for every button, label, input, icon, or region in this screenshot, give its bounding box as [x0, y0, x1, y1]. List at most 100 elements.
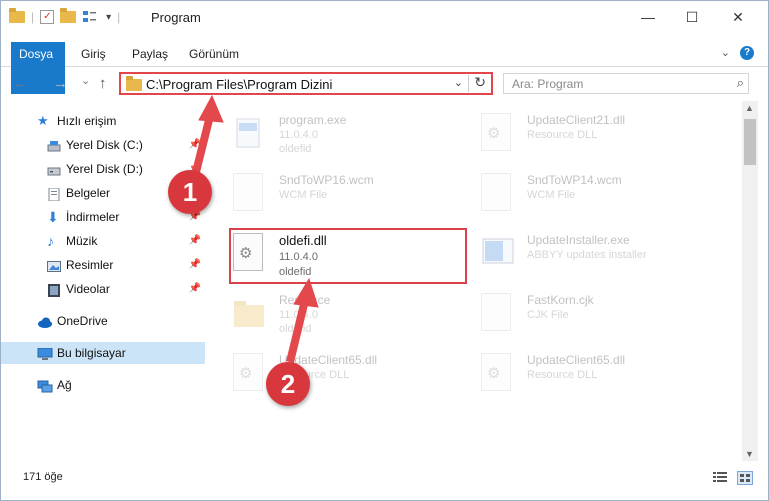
file-detail: Resource DLL	[527, 129, 598, 141]
file-detail: 11.0.4.0	[279, 309, 318, 321]
file-name: UpdateClient65.dll	[527, 353, 626, 367]
search-icon[interactable]: ⌕	[737, 75, 744, 91]
navigation-bar: ← → ⌄ ↑ C:\Program Files\Program Dizini …	[1, 69, 768, 99]
file-name: UpdateInstaller.exe	[527, 233, 630, 247]
drive-icon	[47, 162, 61, 176]
computer-icon	[37, 346, 53, 360]
pictures-icon	[47, 258, 61, 272]
network-icon	[37, 378, 53, 393]
sidebar-item-label: Bu bilgisayar	[57, 346, 126, 360]
sidebar-item-label: Resimler	[66, 258, 114, 272]
cloud-icon	[37, 314, 52, 328]
back-button[interactable]: ←	[13, 75, 28, 92]
documents-icon	[47, 186, 61, 202]
download-icon: ⬇	[47, 209, 59, 225]
sidebar-item-label: Belgeler	[66, 186, 111, 200]
file-detail: oldefid	[279, 323, 312, 335]
minimize-button[interactable]: —	[625, 5, 671, 29]
expand-ribbon-icon[interactable]: ⌄	[721, 46, 730, 59]
dll-icon: ⚙	[481, 113, 511, 151]
address-path[interactable]: C:\Program Files\Program Dizini	[146, 77, 332, 92]
navigation-pane: ★ Hızlı erişim Yerel Disk (C:) 📌 Yerel D…	[1, 104, 209, 454]
address-dropdown-icon[interactable]: ⌄	[454, 76, 463, 89]
sidebar-item-downloads[interactable]: ⬇ İndirmeler 📌	[1, 206, 205, 228]
folder-icon	[9, 8, 25, 23]
address-separator	[468, 75, 469, 92]
pin-icon: 📌	[188, 235, 201, 246]
customize-qat-icon[interactable]: ▾	[106, 12, 111, 23]
callout-badge-1: 1	[168, 170, 212, 214]
file-name: UpdateClient21.dll	[527, 113, 626, 127]
sidebar-item-network[interactable]: Ağ	[1, 374, 205, 396]
callout-badge-2: 2	[266, 362, 310, 406]
tiles-view-icon[interactable]	[737, 471, 753, 485]
toolbar-separator: |	[117, 10, 121, 24]
file-item[interactable]: SndToWP16.wcm WCM File	[213, 167, 443, 219]
tab-paylas[interactable]: Paylaş	[122, 42, 178, 66]
maximize-button[interactable]: ☐	[669, 5, 715, 29]
sidebar-item-quick-access[interactable]: ★ Hızlı erişim	[1, 110, 205, 132]
file-item[interactable]: ⚙ UpdateClient21.dll Resource DLL	[461, 107, 691, 159]
search-input[interactable]: Ara: Program	[512, 77, 583, 91]
sidebar-item-label: Yerel Disk (C:)	[66, 138, 143, 152]
sidebar-item-this-pc[interactable]: Bu bilgisayar	[1, 342, 205, 364]
file-item[interactable]: SndToWP14.wcm WCM File	[461, 167, 691, 219]
window-title: Program	[151, 10, 201, 25]
file-item[interactable]: UpdateInstaller.exe ABBYY updates instal…	[461, 227, 691, 279]
forward-button[interactable]: →	[53, 75, 68, 92]
file-name: program.exe	[279, 113, 347, 127]
properties-icon[interactable]: ✓	[40, 10, 55, 24]
file-detail: WCM File	[527, 189, 576, 201]
address-bar[interactable]: C:\Program Files\Program Dizini ⌄ ↻	[119, 72, 493, 95]
tab-gorunum[interactable]: Görünüm	[179, 42, 249, 66]
sidebar-item-label: İndirmeler	[66, 210, 120, 224]
drive-icon	[47, 138, 61, 152]
ribbon-tabs: Dosya Giriş Paylaş Görünüm ⌄ ?	[1, 42, 768, 94]
file-item[interactable]: ⚙ UpdateClient65.dll Resource DLL	[213, 347, 443, 399]
refresh-icon[interactable]: ↻	[474, 74, 486, 91]
sidebar-item-disk-c[interactable]: Yerel Disk (C:) 📌	[1, 134, 205, 156]
file-name: Resource	[279, 293, 331, 307]
star-icon: ★	[37, 113, 49, 128]
title-bar: | ✓ ▾ | Program — ☐ ✕	[1, 1, 768, 33]
file-detail: WCM File	[279, 189, 328, 201]
dll-icon: ⚙	[233, 353, 263, 391]
sidebar-item-onedrive[interactable]: OneDrive	[1, 310, 205, 332]
file-item[interactable]: program.exe 11.0.4.0 oldefid	[213, 107, 443, 159]
help-icon[interactable]: ?	[740, 46, 754, 60]
sidebar-item-videos[interactable]: Videolar 📌	[1, 278, 205, 300]
sidebar-item-pictures[interactable]: Resimler 📌	[1, 254, 205, 276]
video-icon	[47, 282, 61, 297]
search-box[interactable]: Ara: Program ⌕	[503, 73, 749, 94]
scroll-down-icon[interactable]: ▼	[745, 449, 754, 459]
folder-icon	[126, 76, 142, 91]
view-options-icon[interactable]	[82, 10, 100, 24]
file-item[interactable]: ⚙ UpdateClient65.dll Resource DLL	[461, 347, 691, 399]
up-button[interactable]: ↑	[99, 75, 107, 92]
sidebar-item-label: Yerel Disk (D:)	[66, 162, 143, 176]
toolbar-separator: |	[31, 10, 35, 24]
recent-locations-button[interactable]: ⌄	[81, 74, 90, 87]
exe-icon	[233, 113, 263, 151]
file-name: SndToWP16.wcm	[279, 173, 374, 187]
vertical-scrollbar[interactable]: ▲ ▼	[742, 101, 758, 461]
sidebar-item-label: OneDrive	[57, 314, 108, 328]
close-button[interactable]: ✕	[715, 5, 761, 29]
file-detail: oldefid	[279, 143, 312, 155]
pin-icon: 📌	[188, 139, 201, 150]
scrollbar-thumb[interactable]	[744, 119, 756, 165]
file-item[interactable]: FastKorn.cjk CJK File	[461, 287, 691, 339]
sidebar-item-label: Videolar	[66, 282, 110, 296]
scroll-up-icon[interactable]: ▲	[745, 103, 754, 113]
new-folder-icon[interactable]	[60, 8, 77, 23]
file-item[interactable]: Resource 11.0.4.0 oldefid	[213, 287, 443, 339]
quick-access-toolbar: | ✓ ▾ |	[9, 8, 121, 24]
file-icon	[481, 173, 511, 211]
details-view-icon[interactable]	[713, 471, 727, 483]
file-icon	[233, 173, 263, 211]
pin-icon: 📌	[188, 259, 201, 270]
dll-icon: ⚙	[481, 353, 511, 391]
file-detail: 11.0.4.0	[279, 129, 318, 141]
tab-giris[interactable]: Giriş	[71, 42, 116, 66]
sidebar-item-music[interactable]: ♪ Müzik 📌	[1, 230, 205, 252]
